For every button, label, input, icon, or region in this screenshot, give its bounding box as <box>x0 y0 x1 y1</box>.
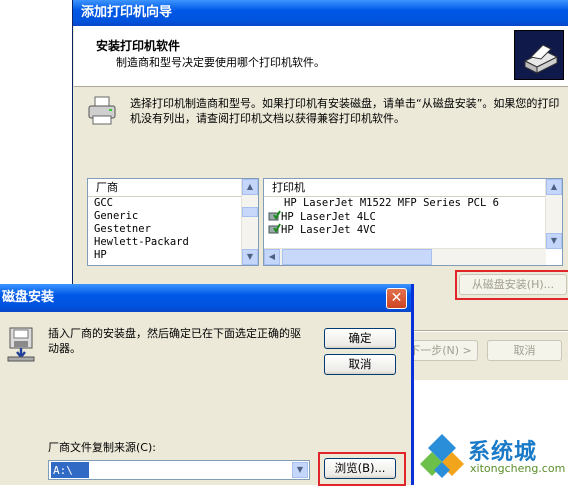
source-path-combobox[interactable]: ▼ <box>48 460 310 480</box>
printer-model-label: HP LaserJet 4VC <box>281 224 376 236</box>
printer-icon <box>87 96 119 126</box>
printer-vscrollbar[interactable]: ▲ ▼ <box>545 179 562 249</box>
list-item[interactable]: HP LaserJet M1522 MFP Series PCL 6 <box>264 197 562 210</box>
site-logo-icon <box>418 432 466 480</box>
certified-driver-icon <box>268 223 281 234</box>
source-label: 厂商文件复制来源(C): <box>48 441 156 454</box>
site-url: xitongcheng.com <box>470 462 566 475</box>
scroll-up-icon[interactable]: ▲ <box>546 179 562 195</box>
intro-instructions: 选择打印机制造商和型号。如果打印机有安装磁盘，请单击“从磁盘安装”。如果您的打印… <box>130 97 560 125</box>
manufacturer-list[interactable]: 厂商 GCC Generic Gestetner Hewlett-Packard… <box>87 178 259 266</box>
chevron-down-icon[interactable]: ▼ <box>292 462 308 478</box>
printer-wizard-icon <box>514 30 564 80</box>
list-item[interactable]: Generic <box>88 210 258 223</box>
wizard-header: 安装打印机软件 制造商和型号决定要使用哪个打印机软件。 <box>74 26 568 87</box>
list-item[interactable]: HP <box>88 249 258 262</box>
list-item[interactable]: Gestetner <box>88 223 258 236</box>
list-item[interactable]: HP LaserJet 4VC <box>264 223 562 236</box>
header-subtitle: 制造商和型号决定要使用哪个打印机软件。 <box>116 56 325 69</box>
scroll-thumb[interactable] <box>242 207 258 217</box>
scroll-thumb[interactable] <box>282 249 432 265</box>
dialog-titlebar[interactable]: 磁盘安装 <box>0 284 411 312</box>
scroll-left-icon[interactable]: ◀ <box>264 249 280 265</box>
scroll-down-icon[interactable]: ▼ <box>546 233 562 249</box>
printer-model-list[interactable]: 打印机 HP LaserJet M1522 MFP Series PCL 6 H… <box>263 178 563 266</box>
printer-hscrollbar[interactable]: ◀ <box>264 248 546 265</box>
scroll-up-icon[interactable]: ▲ <box>242 179 258 195</box>
manufacturer-scrollbar[interactable]: ▲ ▼ <box>241 179 258 265</box>
manufacturer-list-header[interactable]: 厂商 <box>88 179 258 197</box>
wizard-titlebar[interactable]: 添加打印机向导 <box>73 0 568 26</box>
printer-list-header[interactable]: 打印机 <box>264 179 562 197</box>
site-watermark: 系统城 xitongcheng.com <box>416 430 568 485</box>
highlight-box <box>318 452 406 486</box>
cancel-button[interactable]: 取消 <box>487 340 562 361</box>
close-icon[interactable]: ✕ <box>386 288 407 309</box>
install-from-disk-dialog: 磁盘安装 ✕ 插入厂商的安装盘，然后确定已在下面选定正确的驱动器。 确定 取消 … <box>0 284 414 486</box>
source-path-input[interactable] <box>51 462 89 478</box>
scroll-down-icon[interactable]: ▼ <box>242 249 258 265</box>
certified-driver-icon <box>268 210 281 221</box>
highlight-box <box>455 270 568 300</box>
next-button[interactable]: 下一步(N) > <box>403 340 478 361</box>
printer-model-label: HP LaserJet 4LC <box>281 211 376 223</box>
ok-button[interactable]: 确定 <box>324 328 396 349</box>
dialog-message: 插入厂商的安装盘，然后确定已在下面选定正确的驱动器。 <box>48 327 301 355</box>
list-item[interactable]: HP LaserJet 4LC <box>264 210 562 223</box>
floppy-disk-icon <box>4 326 38 362</box>
header-title: 安装打印机软件 <box>96 39 181 53</box>
list-item[interactable]: Hewlett-Packard <box>88 236 258 249</box>
cancel-button[interactable]: 取消 <box>324 354 396 375</box>
list-item[interactable]: GCC <box>88 197 258 210</box>
